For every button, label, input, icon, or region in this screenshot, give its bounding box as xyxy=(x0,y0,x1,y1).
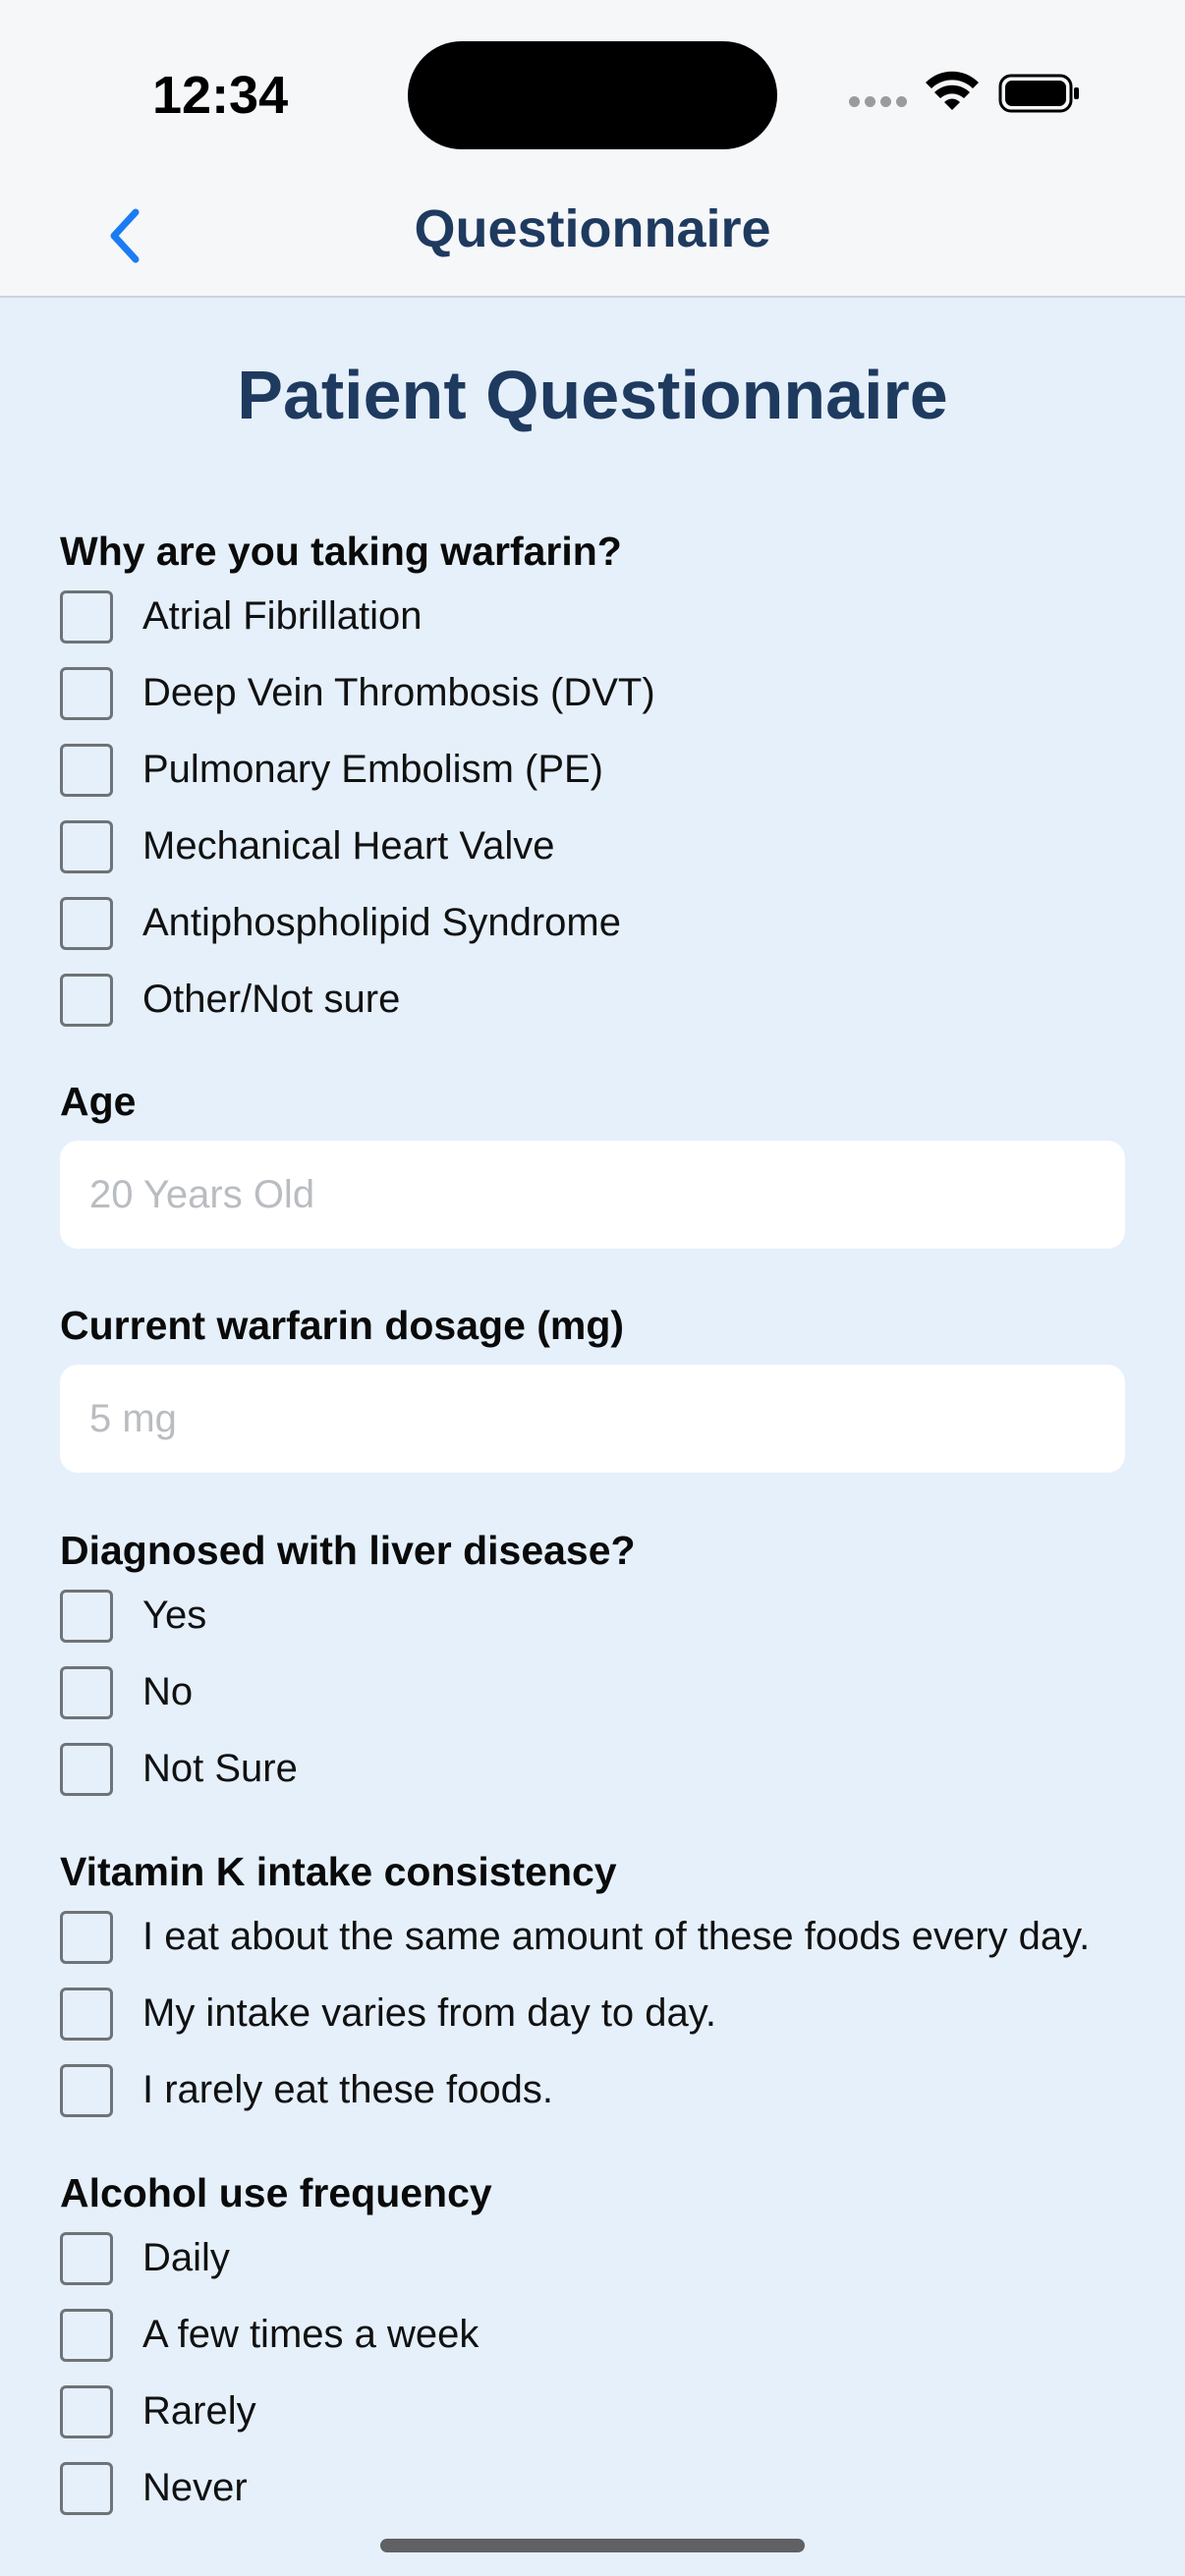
checkbox[interactable] xyxy=(60,1911,113,1964)
wifi-icon xyxy=(926,71,979,110)
dosage-input[interactable] xyxy=(60,1365,1125,1473)
option-label: Other/Not sure xyxy=(142,978,401,1021)
battery-icon xyxy=(998,74,1079,113)
age-input[interactable] xyxy=(60,1141,1125,1249)
checkbox[interactable] xyxy=(60,2462,113,2515)
page-title: Patient Questionnaire xyxy=(237,357,948,433)
dynamic-island xyxy=(408,41,777,149)
checkbox[interactable] xyxy=(60,1988,113,2041)
option-label: Mechanical Heart Valve xyxy=(142,824,555,868)
option-label: A few times a week xyxy=(142,2313,480,2356)
status-time: 12:34 xyxy=(152,66,289,125)
question-liver-label: Diagnosed with liver disease? xyxy=(60,1528,636,1573)
checkbox[interactable] xyxy=(60,590,113,644)
checkbox[interactable] xyxy=(60,2064,113,2117)
checkbox[interactable] xyxy=(60,1743,113,1796)
checkbox[interactable] xyxy=(60,2309,113,2362)
option-label: Never xyxy=(142,2466,248,2509)
checkbox[interactable] xyxy=(60,667,113,720)
option-label: No xyxy=(142,1670,194,1713)
nav-title: Questionnaire xyxy=(414,199,771,258)
status-bar: 12:34 xyxy=(0,0,1185,187)
option-label: My intake varies from day to day. xyxy=(142,1991,716,2035)
checkbox[interactable] xyxy=(60,1666,113,1719)
option-label: I rarely eat these foods. xyxy=(142,2068,554,2111)
checkbox[interactable] xyxy=(60,820,113,873)
option-label: Daily xyxy=(142,2236,230,2279)
home-indicator xyxy=(380,2539,805,2552)
option-label: Antiphospholipid Syndrome xyxy=(142,901,621,944)
checkbox[interactable] xyxy=(60,2385,113,2438)
question-age-label: Age xyxy=(60,1079,137,1124)
option-label: Not Sure xyxy=(142,1747,298,1790)
checkbox[interactable] xyxy=(60,974,113,1027)
option-label: Yes xyxy=(142,1594,207,1637)
checkbox[interactable] xyxy=(60,897,113,950)
checkbox[interactable] xyxy=(60,2232,113,2285)
question-dosage-label: Current warfarin dosage (mg) xyxy=(60,1303,625,1348)
navigation-bar: Questionnaire xyxy=(0,187,1185,298)
checkbox[interactable] xyxy=(60,1590,113,1643)
checkbox[interactable] xyxy=(60,744,113,797)
question-alcohol-label: Alcohol use frequency xyxy=(60,2170,492,2215)
option-label: I eat about the same amount of these foo… xyxy=(142,1915,1091,1958)
question-reason-label: Why are you taking warfarin? xyxy=(60,529,622,574)
option-label: Atrial Fibrillation xyxy=(142,594,423,638)
option-label: Pulmonary Embolism (PE) xyxy=(142,748,604,791)
option-label: Deep Vein Thrombosis (DVT) xyxy=(142,671,655,714)
question-vitamin-k-label: Vitamin K intake consistency xyxy=(60,1849,617,1894)
cellular-signal-icon xyxy=(849,96,908,112)
option-label: Rarely xyxy=(142,2389,256,2433)
